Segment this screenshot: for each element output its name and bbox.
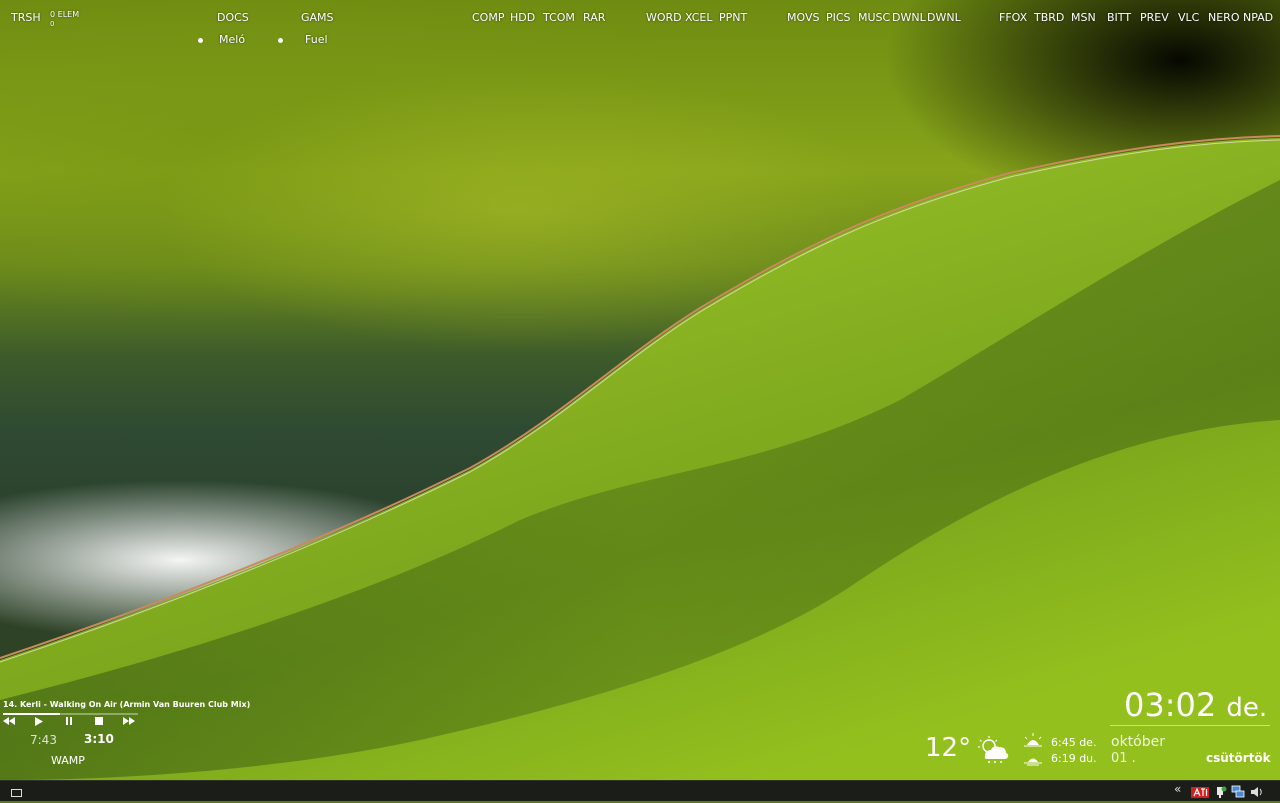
dwnl-label-2[interactable]: DWNL <box>927 12 961 24</box>
leaf-image <box>0 135 1280 780</box>
show-desktop-icon[interactable] <box>10 784 24 797</box>
progress-bar[interactable] <box>3 713 138 715</box>
volume-icon[interactable] <box>1250 784 1264 797</box>
desktop-wallpaper <box>0 0 1280 780</box>
tray-expand-chevron-icon[interactable]: « <box>1174 782 1181 796</box>
games-label[interactable]: GAMS <box>301 12 334 24</box>
sunrise-icon <box>1024 733 1042 747</box>
prev-label[interactable]: PREV <box>1140 12 1169 24</box>
weekday: csütörtök <box>1206 751 1271 765</box>
clock-time: 03:02 <box>1124 686 1217 724</box>
sunset-icon <box>1024 758 1042 766</box>
elapsed-time: 7:43 <box>30 733 57 747</box>
taskbar: « <box>0 780 1280 801</box>
trash-count: 0 ELEM <box>50 10 80 19</box>
ffox-label[interactable]: FFOX <box>999 12 1027 24</box>
clock: 03:02 de. <box>1124 686 1267 724</box>
vlc-label[interactable]: VLC <box>1178 12 1199 24</box>
docs-bullet <box>198 38 203 43</box>
nero-label[interactable]: NERO <box>1208 12 1239 24</box>
musc-label[interactable]: MUSC <box>858 12 890 24</box>
network-icon[interactable] <box>1231 784 1245 798</box>
wamp-launcher[interactable]: WAMP <box>51 754 85 767</box>
forward-icon[interactable] <box>121 717 137 729</box>
dwnl-label-1[interactable]: DWNL <box>892 12 926 24</box>
tcom-label[interactable]: TCOM <box>543 12 575 24</box>
pics-label[interactable]: PICS <box>826 12 851 24</box>
docs-label[interactable]: DOCS <box>217 12 249 24</box>
pause-icon[interactable] <box>61 717 77 729</box>
bitt-label[interactable]: BITT <box>1107 12 1131 24</box>
clock-divider <box>1110 725 1270 726</box>
safely-remove-icon[interactable] <box>1213 784 1227 798</box>
clock-ampm: de. <box>1226 693 1268 723</box>
comp-label[interactable]: COMP <box>472 12 504 24</box>
rewind-icon[interactable] <box>1 717 17 729</box>
stop-icon[interactable] <box>91 717 107 729</box>
games-sub-label[interactable]: Fuel <box>305 34 328 46</box>
track-title: 14. Kerli - Walking On Air (Armin Van Bu… <box>3 700 251 709</box>
npad-label[interactable]: NPAD <box>1243 12 1273 24</box>
temperature: 12° <box>925 733 972 763</box>
games-bullet <box>278 38 283 43</box>
hdd-label[interactable]: HDD <box>510 12 535 24</box>
trash-label[interactable]: TRSH <box>11 12 41 24</box>
sunrise-sunset-icons <box>1022 733 1044 767</box>
sunrise-time: 6:45 de. <box>1051 736 1097 749</box>
movs-label[interactable]: MOVS <box>787 12 819 24</box>
system-tray: « <box>1170 781 1280 801</box>
sunset-time: 6:19 du. <box>1051 752 1097 765</box>
progress-fill <box>3 713 60 715</box>
ppnt-label[interactable]: PPNT <box>719 12 747 24</box>
date-month: október <box>1111 734 1165 750</box>
tbrd-label[interactable]: TBRD <box>1034 12 1064 24</box>
total-time: 3:10 <box>84 732 114 746</box>
trash-sub: 0 <box>50 20 55 28</box>
ati-icon[interactable] <box>1191 784 1209 798</box>
word-label[interactable]: WORD <box>646 12 682 24</box>
date-day: 01 . <box>1111 751 1136 766</box>
docs-sub-label[interactable]: Meló <box>219 34 245 46</box>
play-icon[interactable] <box>31 717 47 729</box>
xcel-label[interactable]: XCEL <box>685 12 713 24</box>
media-player-widget: 14. Kerli - Walking On Air (Armin Van Bu… <box>0 698 250 773</box>
partly-cloudy-rain-icon <box>976 736 1010 764</box>
msn-label[interactable]: MSN <box>1071 12 1096 24</box>
rar-label[interactable]: RAR <box>583 12 605 24</box>
